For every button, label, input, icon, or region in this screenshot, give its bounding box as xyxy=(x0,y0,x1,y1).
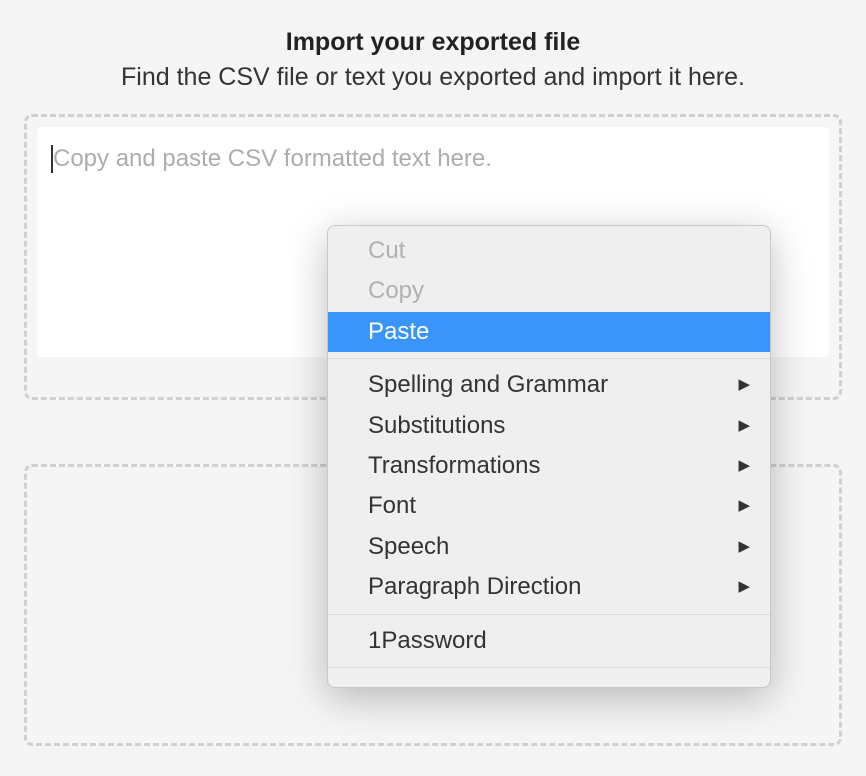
page-title: Import your exported file xyxy=(0,28,866,57)
menu-item-label: Spelling and Grammar xyxy=(368,369,608,401)
menu-item-label: Substitutions xyxy=(368,410,505,442)
submenu-arrow-icon: ▶ xyxy=(738,375,750,395)
menu-item-substitutions[interactable]: Substitutions ▶ xyxy=(328,406,770,446)
menu-item-label: Speech xyxy=(368,531,449,563)
submenu-arrow-icon: ▶ xyxy=(738,416,750,436)
menu-item-cut: Cut xyxy=(328,231,770,271)
submenu-arrow-icon: ▶ xyxy=(738,496,750,516)
text-cursor xyxy=(51,145,53,173)
menu-item-label: Transformations xyxy=(368,450,541,482)
menu-item-label: Cut xyxy=(368,235,405,267)
menu-separator xyxy=(328,358,770,359)
submenu-arrow-icon: ▶ xyxy=(738,456,750,476)
page-header: Import your exported file Find the CSV f… xyxy=(0,0,866,92)
menu-separator xyxy=(328,614,770,615)
submenu-arrow-icon: ▶ xyxy=(738,577,750,597)
textarea-placeholder: Copy and paste CSV formatted text here. xyxy=(53,145,492,172)
menu-item-transformations[interactable]: Transformations ▶ xyxy=(328,446,770,486)
submenu-arrow-icon: ▶ xyxy=(738,537,750,557)
menu-item-font[interactable]: Font ▶ xyxy=(328,486,770,526)
menu-item-inspect-element[interactable] xyxy=(328,674,770,682)
menu-item-paste[interactable]: Paste xyxy=(328,312,770,352)
menu-item-paragraph-direction[interactable]: Paragraph Direction ▶ xyxy=(328,567,770,607)
menu-item-label: 1Password xyxy=(368,625,487,657)
menu-separator xyxy=(328,667,770,668)
menu-item-label: Paragraph Direction xyxy=(368,571,581,603)
menu-item-label: Font xyxy=(368,490,416,522)
menu-item-label: Copy xyxy=(368,275,424,307)
context-menu: Cut Copy Paste Spelling and Grammar ▶ Su… xyxy=(327,225,771,688)
menu-item-1password[interactable]: 1Password xyxy=(328,621,770,661)
menu-item-copy: Copy xyxy=(328,271,770,311)
menu-item-spelling-grammar[interactable]: Spelling and Grammar ▶ xyxy=(328,365,770,405)
menu-item-speech[interactable]: Speech ▶ xyxy=(328,527,770,567)
page-subtitle: Find the CSV file or text you exported a… xyxy=(0,63,866,92)
menu-item-label: Paste xyxy=(368,316,429,348)
